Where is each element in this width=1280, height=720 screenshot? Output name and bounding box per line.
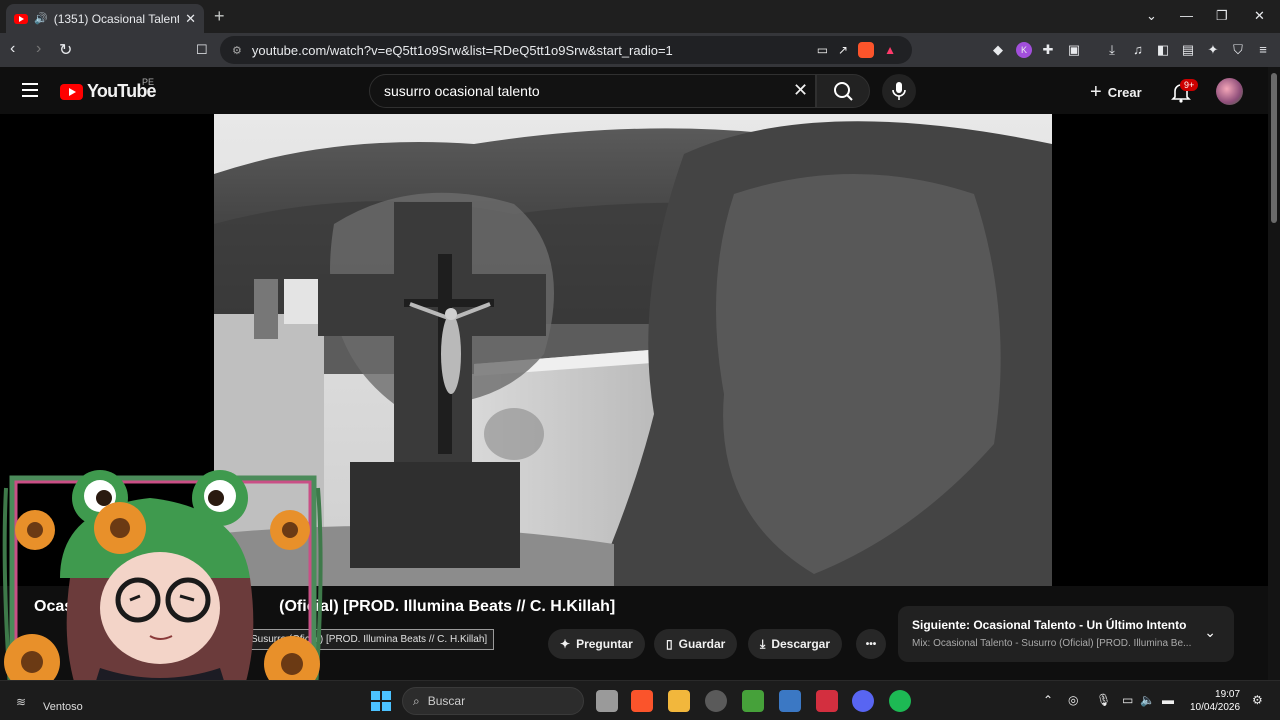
next-video-card[interactable]: Siguiente: Ocasional Talento - Un Último… xyxy=(898,606,1234,662)
streamer-overlay-avatar xyxy=(2,470,323,700)
screenshot-icon[interactable]: ▣ xyxy=(1066,42,1082,58)
brave-shields-icon[interactable] xyxy=(858,42,875,58)
video-frame-image xyxy=(214,114,1052,586)
audio-playing-icon[interactable]: 🔊 xyxy=(34,12,48,25)
bookmark-icon[interactable]: ☐ xyxy=(196,42,208,58)
next-video-title: Siguiente: Ocasional Talento - Un Último… xyxy=(912,618,1187,632)
windows-taskbar: ≋ Ventoso ⌕ Buscar ⌃ ◎ 🎙 ▭ 🔈 ▬ 19:07 10/… xyxy=(0,680,1280,720)
site-info-icon[interactable]: ⚙ xyxy=(232,44,242,57)
forward-button[interactable]: › xyxy=(36,40,41,58)
browser-tab-bar: 🔊 (1351) Ocasional Talento - Su ✕ + ⌄ — … xyxy=(0,0,1280,33)
scrollbar-thumb[interactable] xyxy=(1271,73,1277,223)
extensions-puzzle-icon[interactable]: ✚ xyxy=(1040,42,1056,58)
chevron-down-icon[interactable]: ⌄ xyxy=(1204,624,1216,641)
downloads-icon[interactable]: ⤓ xyxy=(1104,42,1120,58)
brave-browser-icon[interactable] xyxy=(631,690,653,712)
tab-search-chevron-icon[interactable]: ⌄ xyxy=(1146,8,1157,24)
hamburger-menu-icon[interactable] xyxy=(22,83,38,97)
taskbar-search[interactable]: ⌕ Buscar xyxy=(402,687,584,715)
video-frame[interactable] xyxy=(214,114,1052,586)
ask-label: Preguntar xyxy=(576,637,633,651)
clock-time: 19:07 xyxy=(1215,689,1241,700)
app-icon-red[interactable] xyxy=(816,690,838,712)
address-bar[interactable]: ⚙ youtube.com/watch?v=eQ5tt1o9Srw&list=R… xyxy=(220,36,912,64)
tray-battery-icon[interactable]: ▬ xyxy=(1162,693,1174,707)
clock-date: 10/04/2026 xyxy=(1190,702,1241,713)
maximize-button[interactable]: ❐ xyxy=(1216,8,1228,24)
url-text[interactable]: youtube.com/watch?v=eQ5tt1o9Srw&list=RDe… xyxy=(252,43,807,58)
tray-volume-icon[interactable]: 🔈 xyxy=(1140,693,1155,707)
taskbar-search-icon: ⌕ xyxy=(413,693,420,708)
spotify-icon[interactable] xyxy=(889,690,911,712)
minimize-button[interactable]: — xyxy=(1180,8,1193,23)
discord-icon[interactable] xyxy=(852,690,874,712)
tray-app-icon[interactable]: ◎ xyxy=(1068,693,1078,707)
create-label: Crear xyxy=(1107,85,1142,100)
minecraft-icon[interactable] xyxy=(742,690,764,712)
system-clock[interactable]: 19:07 10/04/2026 xyxy=(1190,688,1240,714)
media-controls-icon[interactable]: ♫ xyxy=(1130,42,1146,58)
youtube-favicon-icon xyxy=(14,13,28,24)
leo-ai-icon[interactable]: ✦ xyxy=(1205,42,1221,58)
tray-mic-icon[interactable]: 🎙 xyxy=(1096,693,1111,707)
page-scrollbar[interactable] xyxy=(1268,67,1280,680)
more-actions-button[interactable]: ••• xyxy=(856,629,886,659)
tray-overflow-icon[interactable]: ⌃ xyxy=(1043,693,1053,707)
save-button[interactable]: ▯ Guardar xyxy=(654,629,738,659)
sparkle-icon: ✦ xyxy=(560,637,571,651)
new-tab-button[interactable]: + xyxy=(214,6,225,27)
tray-network-icon[interactable]: ▭ xyxy=(1122,693,1133,707)
download-button[interactable]: ⤓ Descargar xyxy=(748,629,843,659)
weather-label[interactable]: Ventoso xyxy=(43,701,83,713)
vpn-icon[interactable]: ⛉ xyxy=(1230,42,1246,58)
notification-count-badge: 9+ xyxy=(1180,79,1199,91)
taskbar-search-label: Buscar xyxy=(427,694,466,708)
app-icon-ring[interactable] xyxy=(705,690,727,712)
browser-toolbar: ‹ › ↻ ☐ ⚙ youtube.com/watch?v=eQ5tt1o9Sr… xyxy=(0,33,1280,67)
clear-search-icon[interactable]: ✕ xyxy=(793,80,808,101)
search-button[interactable] xyxy=(816,74,870,108)
download-label: Descargar xyxy=(771,637,831,651)
next-video-mix: Mix: Ocasional Talento - Susurro (Oficia… xyxy=(912,638,1192,649)
plus-icon: + xyxy=(1090,81,1102,103)
app-icon-blue[interactable] xyxy=(779,690,801,712)
extension-diamond-icon[interactable]: ◆ xyxy=(990,42,1006,58)
youtube-logo[interactable]: YouTube PE xyxy=(60,77,157,102)
weather-icon[interactable]: ≋ xyxy=(16,695,26,709)
youtube-play-icon xyxy=(60,83,83,100)
voice-search-button[interactable] xyxy=(882,74,916,108)
search-icon xyxy=(834,82,853,101)
file-explorer-icon[interactable] xyxy=(668,690,690,712)
create-button[interactable]: + Crear xyxy=(1090,81,1142,104)
microphone-icon xyxy=(892,82,906,100)
search-box: susurro ocasional talento ✕ xyxy=(369,74,870,108)
download-icon: ⤓ xyxy=(760,636,766,651)
bookmark-save-icon: ▯ xyxy=(666,637,673,651)
notification-center-icon[interactable]: ⚙ xyxy=(1252,693,1263,707)
tab-title: (1351) Ocasional Talento - Su xyxy=(53,11,180,26)
browser-menu-icon[interactable]: ≡ xyxy=(1255,42,1271,58)
task-view-icon[interactable] xyxy=(596,690,618,712)
ask-button[interactable]: ✦ Preguntar xyxy=(548,629,645,659)
close-window-button[interactable]: ✕ xyxy=(1254,8,1265,24)
user-avatar[interactable] xyxy=(1216,78,1243,105)
video-title-visible-end: (Oficial) [PROD. Illumina Beats // C. H.… xyxy=(279,598,616,615)
cast-icon[interactable]: ▭ xyxy=(817,43,828,57)
reload-button[interactable]: ↻ xyxy=(59,40,72,60)
share-icon[interactable]: ↗ xyxy=(838,43,848,57)
back-button[interactable]: ‹ xyxy=(10,40,15,58)
brave-rewards-icon[interactable]: ▲ xyxy=(884,43,896,57)
wallet-icon[interactable]: ▤ xyxy=(1180,42,1196,58)
browser-tab-active[interactable]: 🔊 (1351) Ocasional Talento - Su ✕ xyxy=(6,4,204,33)
youtube-header: YouTube PE susurro ocasional talento ✕ +… xyxy=(0,67,1268,114)
save-label: Guardar xyxy=(678,637,726,651)
windows-start-icon[interactable] xyxy=(370,690,392,712)
country-code: PE xyxy=(142,77,155,87)
close-tab-icon[interactable]: ✕ xyxy=(185,11,196,27)
sidebar-icon[interactable]: ◧ xyxy=(1155,42,1171,58)
extension-profile-icon[interactable]: K xyxy=(1016,42,1032,58)
search-input[interactable]: susurro ocasional talento xyxy=(369,74,816,108)
